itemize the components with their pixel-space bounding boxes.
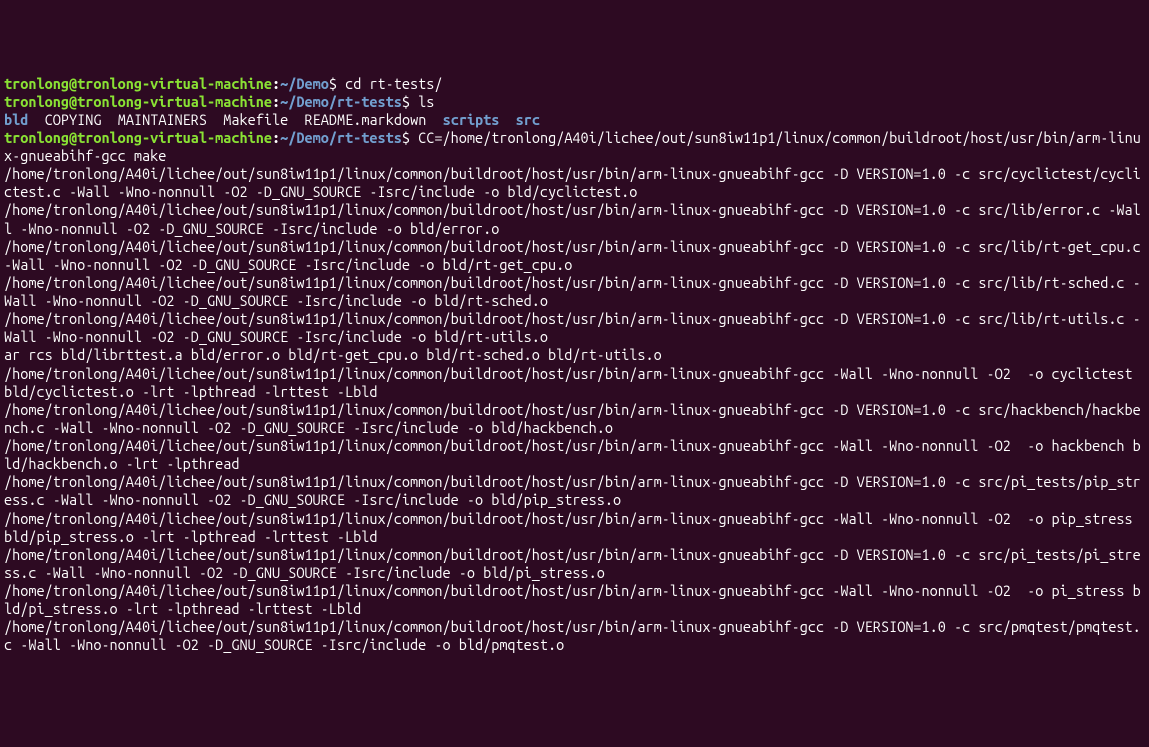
dir-entry: bld <box>4 111 28 128</box>
prompt-dollar: $ <box>402 129 418 146</box>
prompt-line-3: tronlong@tronlong-virtual-machine:~/Demo… <box>4 129 1145 165</box>
command: ls <box>418 93 434 110</box>
prompt-line-2: tronlong@tronlong-virtual-machine:~/Demo… <box>4 93 1145 111</box>
colon: : <box>272 75 280 92</box>
dir-entry: scripts <box>443 111 500 128</box>
make-output-line: /home/tronlong/A40i/lichee/out/sun8iw11p… <box>4 238 1145 274</box>
cwd-path: ~/Demo/rt-tests <box>280 129 402 146</box>
make-output-line: /home/tronlong/A40i/lichee/out/sun8iw11p… <box>4 473 1145 509</box>
cwd-path: ~/Demo <box>280 75 329 92</box>
make-output-line: /home/tronlong/A40i/lichee/out/sun8iw11p… <box>4 274 1145 310</box>
command: cd rt-tests/ <box>345 75 442 92</box>
prompt-dollar: $ <box>402 93 418 110</box>
make-output-line: /home/tronlong/A40i/lichee/out/sun8iw11p… <box>4 401 1145 437</box>
user-host: tronlong@tronlong-virtual-machine <box>4 129 272 146</box>
make-output-line: /home/tronlong/A40i/lichee/out/sun8iw11p… <box>4 310 1145 346</box>
file-entry: MAINTAINERS <box>118 111 207 128</box>
make-output-line: /home/tronlong/A40i/lichee/out/sun8iw11p… <box>4 510 1145 546</box>
make-output-line: ar rcs bld/librttest.a bld/error.o bld/r… <box>4 346 1145 364</box>
make-output-line: /home/tronlong/A40i/lichee/out/sun8iw11p… <box>4 201 1145 237</box>
prompt-dollar: $ <box>329 75 345 92</box>
file-entry: COPYING <box>45 111 102 128</box>
user-host: tronlong@tronlong-virtual-machine <box>4 75 272 92</box>
cwd-path: ~/Demo/rt-tests <box>280 93 402 110</box>
ls-output: bld COPYING MAINTAINERS Makefile README.… <box>4 111 1145 129</box>
make-output-line: /home/tronlong/A40i/lichee/out/sun8iw11p… <box>4 365 1145 401</box>
make-output-line: /home/tronlong/A40i/lichee/out/sun8iw11p… <box>4 618 1145 654</box>
make-output-line: /home/tronlong/A40i/lichee/out/sun8iw11p… <box>4 582 1145 618</box>
make-output-line: /home/tronlong/A40i/lichee/out/sun8iw11p… <box>4 437 1145 473</box>
user-host: tronlong@tronlong-virtual-machine <box>4 93 272 110</box>
colon: : <box>272 129 280 146</box>
file-entry: Makefile <box>223 111 288 128</box>
prompt-line-1: tronlong@tronlong-virtual-machine:~/Demo… <box>4 75 1145 93</box>
colon: : <box>272 93 280 110</box>
make-output-line: /home/tronlong/A40i/lichee/out/sun8iw11p… <box>4 165 1145 201</box>
dir-entry: src <box>516 111 540 128</box>
file-entry: README.markdown <box>305 111 427 128</box>
terminal[interactable]: tronlong@tronlong-virtual-machine:~/Demo… <box>4 75 1145 655</box>
